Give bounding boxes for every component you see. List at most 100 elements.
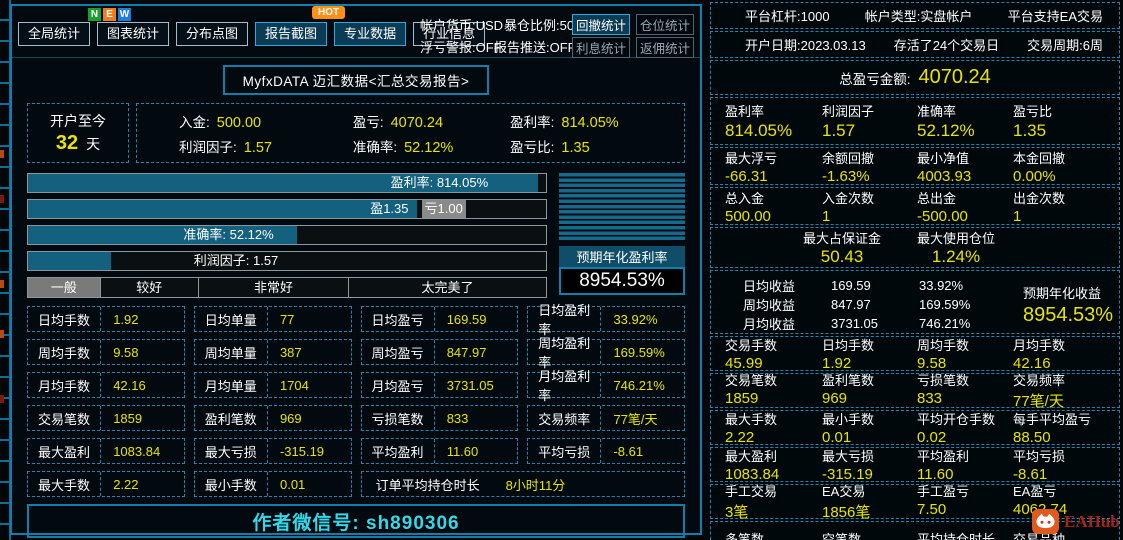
pstat-交易笔数: 交易笔数 1859 xyxy=(725,370,822,411)
info-value: 1000 xyxy=(800,9,830,24)
pstat-交易手数: 交易手数 45.99 xyxy=(725,335,822,372)
stat-value: -315.19 xyxy=(279,443,325,459)
stat-label: 预期年化收益 xyxy=(1023,285,1102,301)
stat-月均盈亏: 月均盈亏 3731.05 xyxy=(360,372,519,398)
info-value: 6周 xyxy=(1082,38,1103,53)
stat-label: 最小净值 xyxy=(917,150,970,166)
stat-label: 多笔数 xyxy=(725,531,765,540)
stat-盈利笔数: 盈利笔数 969 xyxy=(193,405,352,431)
stat-日均手数: 日均手数 1.92 xyxy=(27,306,185,332)
stat-value: 1 xyxy=(822,207,831,225)
stat-value: 8小时11分 xyxy=(505,477,566,493)
stat-label: 最大占保证金 xyxy=(803,231,882,246)
stat-label: 余额回撤 xyxy=(822,150,875,166)
rebate-stats-button[interactable]: 返佣统计 xyxy=(636,37,694,58)
loss-label: 亏1.00 xyxy=(421,200,466,218)
stat-value: 77 xyxy=(279,311,295,327)
edge-mark xyxy=(0,330,4,338)
tab-图表统计[interactable]: 图表统计 xyxy=(97,22,170,46)
stat-label: 平均持仓时长 xyxy=(917,531,996,540)
summary-item: 入金: 500.00 xyxy=(179,111,353,131)
profit-factor-bar: 利润因子: 1.57 xyxy=(27,251,547,271)
pstat-总出金: 总出金 -500.00 xyxy=(917,188,1013,225)
info-value: 2023.03.13 xyxy=(800,38,866,53)
pstat-日均手数: 日均手数 1.92 xyxy=(822,335,917,372)
pstat-空笔数: 空笔数 xyxy=(822,529,917,540)
profit-factor-bar-fill xyxy=(28,252,111,270)
stat-月均盈利率: 月均盈利率 746.21% xyxy=(527,369,685,403)
stat-label: 交易频率 xyxy=(528,406,602,430)
window-header: N E W HOT 全局统计 图表统计 分布点图 报告截图 专业数据 行业信息 帐户货币:… xyxy=(12,6,700,58)
income-label: 日均收益 xyxy=(743,279,796,294)
account-currency-label: 帐户货币:USD xyxy=(420,18,504,33)
stat-label: 总出金 xyxy=(917,190,957,206)
tab-全局统计[interactable]: 全局统计 xyxy=(18,22,91,46)
position-stats-button[interactable]: 仓位统计 xyxy=(636,14,694,35)
stat-value: 7.50 xyxy=(917,501,947,518)
grid-row: 日均手数 1.92 日均单量 77 日均盈亏 169.59 日均盈利率 33.92% xyxy=(27,303,685,337)
author-wechat-footer: 作者微信号: sh890306 xyxy=(27,504,685,538)
stat-label: 周均手数 xyxy=(28,340,102,364)
stat-value: 42.16 xyxy=(113,377,146,393)
bars-section: 盈利率: 814.05% 盈1.35 亏1.00 准确率: 52.12% 利润因… xyxy=(27,173,685,298)
panel-stat-row: 交易笔数 1859 盈利笔数 969 亏损笔数 833 交易频率 77笔/天 xyxy=(710,370,1120,411)
summary-item: 准确率: 52.12% xyxy=(353,136,510,156)
drawdown-stats-button[interactable]: 回撤统计 xyxy=(572,14,630,35)
income-rate: 33.92% xyxy=(919,278,964,293)
report-window: N E W HOT 全局统计 图表统计 分布点图 报告截图 专业数据 行业信息 帐户货币:… xyxy=(10,4,702,538)
stat-label: 手工交易 xyxy=(725,484,778,499)
badge-letter-n: N xyxy=(88,8,101,21)
edge-mark xyxy=(0,150,4,158)
screen: N E W HOT 全局统计 图表统计 分布点图 报告截图 专业数据 行业信息 帐户货币:… xyxy=(0,0,1123,540)
grid-row: 月均手数 42.16 月均单量 1704 月均盈亏 3731.05 月均盈利率 746.21% xyxy=(27,369,685,403)
tab-bar: 全局统计 图表统计 分布点图 报告截图 专业数据 行业信息 xyxy=(18,22,486,46)
stat-label: 月均手数 xyxy=(1013,338,1066,353)
total-pnl-value: 4070.24 xyxy=(918,66,991,88)
edge-mark xyxy=(0,195,4,203)
edge-mark xyxy=(0,395,4,403)
stat-value: 833 xyxy=(917,390,943,407)
tab-专业数据[interactable]: 专业数据 xyxy=(334,22,407,46)
stat-label: 周均单量 xyxy=(195,340,268,364)
stat-label: 最大使用仓位 xyxy=(917,231,996,246)
stat-label: 平均盈利 xyxy=(362,439,435,463)
summary-value: 1.35 xyxy=(561,139,590,156)
panel-stat-row: 最大手数 2.22 最小手数 0.01 平均开仓手数 0.02 每手平均盈亏 88.50 xyxy=(710,410,1120,446)
income-value: 847.97 xyxy=(831,297,871,312)
report-title: MyfxDATA 迈汇数据<汇总交易报告> xyxy=(223,65,489,95)
profit-rate-bar: 盈利率: 814.05% xyxy=(27,173,547,193)
stat-value: 847.97 xyxy=(446,344,487,360)
stat-value: 0.00% xyxy=(1013,167,1056,185)
stat-value: 1704 xyxy=(279,377,309,393)
stat-value: 1.24% xyxy=(931,247,981,266)
tab-报告截图[interactable]: 报告截图 xyxy=(255,22,328,46)
stat-value: 1.57 xyxy=(822,121,856,140)
max-margin-col: 最大占保证金 50.43 xyxy=(803,228,881,267)
pstat-余额回撤: 余额回撤 -1.63% xyxy=(822,148,917,185)
income-rate: 169.59% xyxy=(919,297,971,312)
age-value: 32 xyxy=(55,132,79,154)
interest-stats-button[interactable]: 利息统计 xyxy=(572,37,630,58)
stat-label: 日均盈亏 xyxy=(362,307,435,331)
stat-value: 11.60 xyxy=(446,443,479,459)
stat-label: 亏损笔数 xyxy=(917,373,970,388)
profit-factor-bar-label: 利润因子: 1.57 xyxy=(193,253,279,268)
stat-日均单量: 日均单量 77 xyxy=(193,306,352,332)
stat-label: 月均盈利率 xyxy=(528,369,602,403)
stat-value: 0.01 xyxy=(279,476,306,492)
stat-value: 88.50 xyxy=(1013,429,1051,446)
stat-value: 1.35 xyxy=(1013,121,1047,140)
tab-分布点图[interactable]: 分布点图 xyxy=(176,22,249,46)
stat-label: EA交易 xyxy=(822,484,866,499)
stat-value: 4003.93 xyxy=(917,167,972,185)
stat-label: 空笔数 xyxy=(822,531,862,540)
profit-rate-bar-label: 盈利率: 814.05% xyxy=(390,175,489,190)
panel-stat-row: 最大浮亏 -66.31 余额回撤 -1.63% 最小净值 4003.93 本金回撤 0.00% xyxy=(710,147,1120,185)
account-age-label: 开户至今 xyxy=(50,113,106,129)
pstat-准确率: 准确率 52.12% xyxy=(917,101,1013,141)
stat-value: 1083.84 xyxy=(113,443,161,459)
stat-label: 平均盈利 xyxy=(917,449,970,464)
summary-item: 盈亏: 4070.24 xyxy=(353,111,510,131)
eahub-robot-icon xyxy=(1032,509,1059,534)
report-push-label: 报告推送:OFF xyxy=(494,40,576,55)
